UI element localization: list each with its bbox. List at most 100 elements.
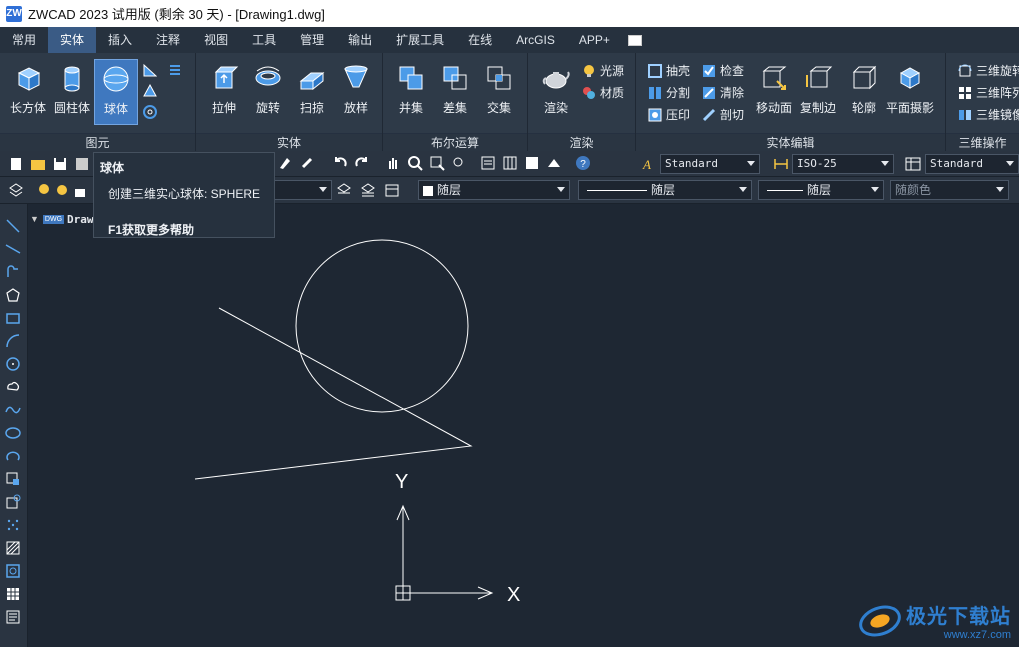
ellipse-icon[interactable] <box>5 425 21 441</box>
hatch-icon[interactable] <box>5 540 21 556</box>
redo-icon[interactable] <box>354 155 370 171</box>
tab-solid[interactable]: 实体 <box>48 27 97 53</box>
loft-button[interactable]: 放样 <box>334 59 378 125</box>
drawn-polyline[interactable] <box>194 307 473 480</box>
cone-icon[interactable] <box>143 84 157 98</box>
tab-common[interactable]: 常用 <box>0 27 48 53</box>
ribbon-minimize-icon[interactable] <box>627 34 642 46</box>
drawing-tab[interactable]: ▼ DWG Drawi <box>30 208 100 230</box>
layer-previous-icon[interactable] <box>360 182 376 198</box>
mirror3d-button[interactable]: 三维镜像 <box>958 106 1019 123</box>
material-button[interactable]: 材质 <box>582 84 624 101</box>
layer-freeze-icon[interactable] <box>54 182 70 198</box>
tab-app-plus[interactable]: APP+ <box>567 27 622 53</box>
shell-button[interactable]: 抽壳 <box>648 62 690 79</box>
open-folder-icon[interactable] <box>30 156 46 172</box>
new-file-icon[interactable] <box>8 156 24 172</box>
circle-icon[interactable] <box>5 356 21 372</box>
point-icon[interactable] <box>5 517 21 533</box>
pan-hand-icon[interactable] <box>385 155 401 171</box>
rotate3d-button[interactable]: 三维旋转 <box>958 62 1019 79</box>
zoom-previous-icon[interactable] <box>451 155 467 171</box>
match-properties-icon[interactable] <box>277 155 293 171</box>
properties-icon[interactable] <box>480 155 496 171</box>
dim-style-dropdown[interactable]: ISO-25 <box>792 154 894 174</box>
extrude-button[interactable]: 拉伸 <box>202 59 246 125</box>
tool-palette-icon[interactable] <box>524 155 540 171</box>
flatshot-button[interactable]: 平面摄影 <box>886 59 934 125</box>
wedge-icon[interactable] <box>143 63 157 77</box>
color-dropdown[interactable]: 随层 <box>418 180 570 200</box>
sweep-icon <box>299 71 325 91</box>
zoom-window-icon[interactable] <box>429 155 445 171</box>
cylinder-button[interactable]: 圆柱体 <box>50 59 94 125</box>
light-button[interactable]: 光源 <box>582 62 624 79</box>
ellipse-arc-icon[interactable] <box>5 448 21 464</box>
polyline-icon[interactable] <box>5 264 21 280</box>
save-as-icon[interactable] <box>74 156 90 172</box>
linetype-dropdown[interactable]: 随层 <box>578 180 752 200</box>
layer-lock-icon[interactable] <box>72 182 88 198</box>
text-style-dropdown[interactable]: Standard <box>660 154 760 174</box>
revolve-button[interactable]: 旋转 <box>246 59 290 125</box>
tab-menu-icon[interactable]: ▼ <box>30 214 39 224</box>
make-current-layer-icon[interactable] <box>336 182 352 198</box>
region-icon[interactable] <box>5 563 21 579</box>
tab-online[interactable]: 在线 <box>456 27 504 53</box>
tab-arcgis[interactable]: ArcGIS <box>504 27 567 53</box>
torus-icon[interactable] <box>143 105 157 119</box>
intersect-button[interactable]: 交集 <box>477 59 521 125</box>
tab-tools[interactable]: 工具 <box>240 27 288 53</box>
helix-icon[interactable] <box>168 63 182 77</box>
union-button[interactable]: 并集 <box>389 59 433 125</box>
insert-block-icon[interactable] <box>5 471 21 487</box>
revision-cloud-icon[interactable] <box>5 379 21 395</box>
layer-state-icon[interactable] <box>384 182 400 198</box>
box-button[interactable]: 长方体 <box>6 59 50 125</box>
array3d-button[interactable]: 三维阵列 <box>958 84 1019 101</box>
table-style-dropdown[interactable]: Standard <box>925 154 1019 174</box>
save-icon[interactable] <box>52 156 68 172</box>
paintbrush-icon[interactable] <box>299 155 315 171</box>
slice-button[interactable]: 剖切 <box>702 106 744 123</box>
rectangle-icon[interactable] <box>5 310 21 326</box>
polygon-icon[interactable] <box>5 287 21 303</box>
spline-icon[interactable] <box>5 402 21 418</box>
arc-icon[interactable] <box>5 333 21 349</box>
imprint-button[interactable]: 压印 <box>648 106 690 123</box>
rotate3d-label: 三维旋转 <box>976 64 1019 78</box>
separate-button[interactable]: 分割 <box>648 84 690 101</box>
tab-annotate[interactable]: 注释 <box>144 27 192 53</box>
tab-insert[interactable]: 插入 <box>96 27 144 53</box>
render-button[interactable]: 渲染 <box>534 59 578 125</box>
line-icon[interactable] <box>5 218 21 234</box>
make-block-icon[interactable] <box>5 494 21 510</box>
tab-manage[interactable]: 管理 <box>288 27 336 53</box>
sphere-button[interactable]: 球体 <box>94 59 138 125</box>
drawn-circle[interactable] <box>295 239 469 413</box>
undo-icon[interactable] <box>332 155 348 171</box>
profile-button[interactable]: 轮廓 <box>842 59 886 125</box>
drawing-canvas[interactable]: Y X <box>29 230 1019 647</box>
move-face-button[interactable]: 移动面 <box>752 59 796 125</box>
copy-edge-button[interactable]: 复制边 <box>796 59 840 125</box>
multiline-text-icon[interactable] <box>5 609 21 625</box>
lineweight-dropdown[interactable]: 随层 <box>758 180 884 200</box>
check-button[interactable]: 检查 <box>702 62 744 79</box>
tab-output[interactable]: 输出 <box>336 27 384 53</box>
help-icon[interactable]: ? <box>575 155 591 171</box>
markup-icon[interactable] <box>546 155 562 171</box>
layer-dropdown[interactable] <box>270 180 332 200</box>
plot-style-dropdown[interactable]: 随颜色 <box>890 180 1009 200</box>
layer-on-icon[interactable] <box>36 182 52 198</box>
zoom-realtime-icon[interactable] <box>407 155 423 171</box>
sweep-button[interactable]: 扫掠 <box>290 59 334 125</box>
tab-extensions[interactable]: 扩展工具 <box>384 27 456 53</box>
tab-view[interactable]: 视图 <box>192 27 240 53</box>
construction-line-icon[interactable] <box>5 241 21 257</box>
subtract-button[interactable]: 差集 <box>433 59 477 125</box>
clean-button[interactable]: 清除 <box>702 84 744 101</box>
layer-manager-icon[interactable] <box>8 182 24 198</box>
table-icon[interactable] <box>5 586 21 602</box>
design-center-icon[interactable] <box>502 155 518 171</box>
